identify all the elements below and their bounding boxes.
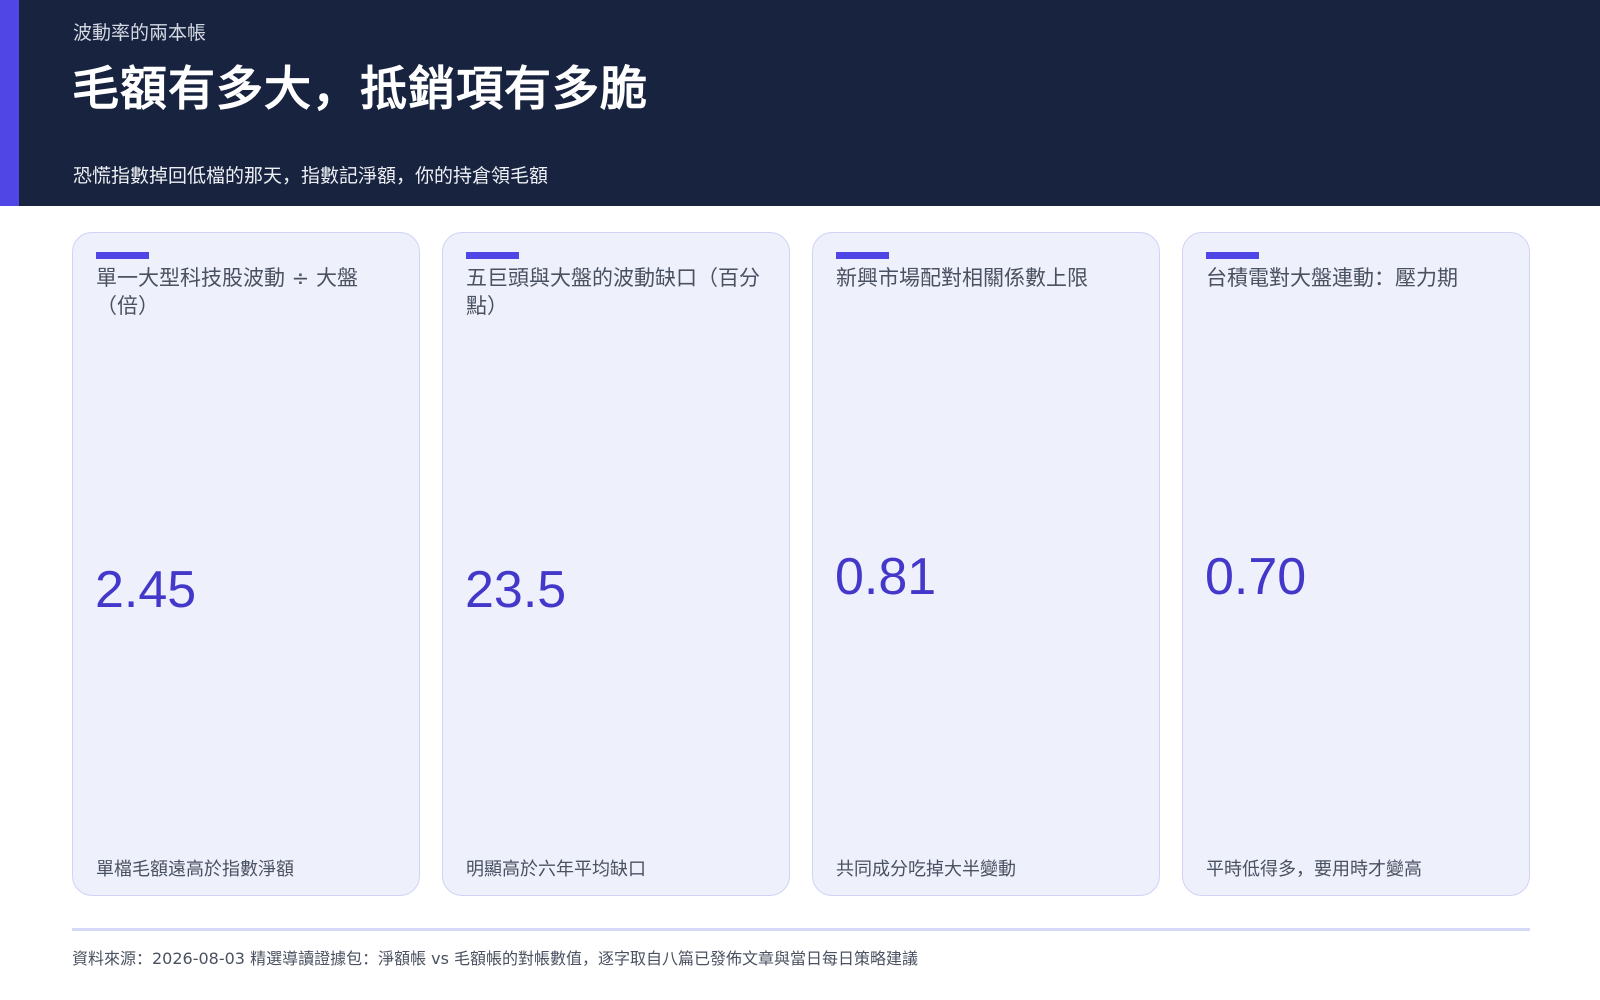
stat-card-em-correlation: 新興市場配對相關係數上限 0.81 共同成分吃掉大半變動 <box>812 232 1160 896</box>
card-note: 明顯高於六年平均缺口 <box>466 859 646 880</box>
stat-card-volatility-gap: 五巨頭與大盤的波動缺口（百分點） 23.5 明顯高於六年平均缺口 <box>442 232 790 896</box>
card-value: 0.81 <box>835 548 937 606</box>
stat-card-tsmc-linkage: 台積電對大盤連動：壓力期 0.70 平時低得多，要用時才變高 <box>1182 232 1530 896</box>
card-value: 0.70 <box>1205 548 1307 606</box>
footer-divider <box>72 928 1530 931</box>
page-subtitle: 恐慌指數掉回低檔的那天，指數記淨額，你的持倉領毛額 <box>73 165 549 187</box>
header-banner: 波動率的兩本帳 毛額有多大，抵銷項有多脆 恐慌指數掉回低檔的那天，指數記淨額，你… <box>0 0 1600 206</box>
card-label: 新興市場配對相關係數上限 <box>836 266 1088 290</box>
source-note: 資料來源：2026-08-03 精選導讀證據包：淨額帳 vs 毛額帳的對帳數值，… <box>72 949 919 968</box>
card-value: 23.5 <box>465 561 567 619</box>
header-accent-bar <box>0 0 19 206</box>
header-eyebrow: 波動率的兩本帳 <box>73 22 207 44</box>
card-note: 單檔毛額遠高於指數淨額 <box>96 859 294 880</box>
page-title: 毛額有多大，抵銷項有多脆 <box>72 62 648 117</box>
card-label: 單一大型科技股波動 ÷ 大盤（倍） <box>96 266 358 318</box>
card-label: 台積電對大盤連動：壓力期 <box>1206 266 1458 290</box>
card-value: 2.45 <box>95 561 197 619</box>
card-label: 五巨頭與大盤的波動缺口（百分點） <box>466 266 760 318</box>
card-accent-bar <box>466 252 519 259</box>
card-note: 平時低得多，要用時才變高 <box>1206 859 1422 880</box>
card-note: 共同成分吃掉大半變動 <box>836 859 1016 880</box>
stat-card-single-stock-ratio: 單一大型科技股波動 ÷ 大盤（倍） 2.45 單檔毛額遠高於指數淨額 <box>72 232 420 896</box>
card-accent-bar <box>1206 252 1259 259</box>
card-accent-bar <box>96 252 149 259</box>
card-accent-bar <box>836 252 889 259</box>
